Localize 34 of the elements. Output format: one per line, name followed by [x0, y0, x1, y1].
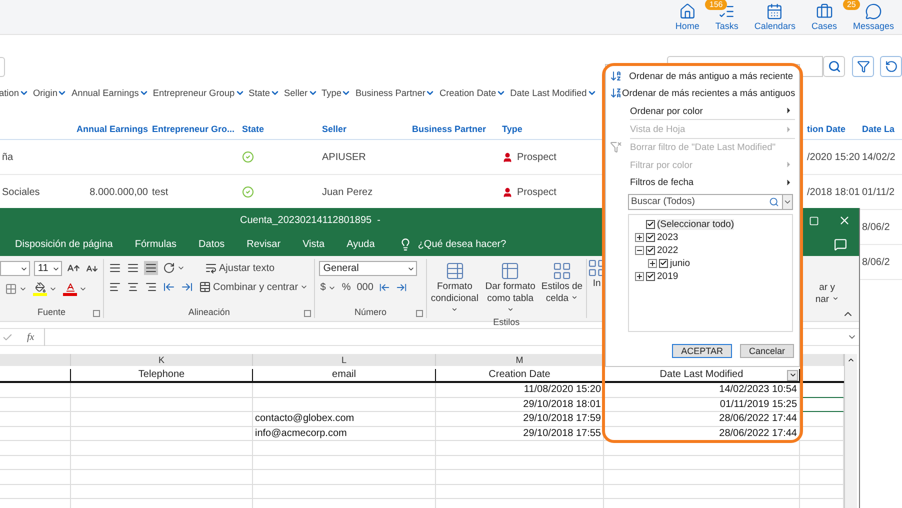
spreadsheet-cell: 29/10/2018 17:55	[436, 426, 604, 441]
table-cell: /2020 15:20	[807, 152, 860, 162]
spreadsheet-cell: contacto@globex.com	[253, 412, 436, 426]
spreadsheet-cell: 28/06/2022 17:44	[604, 426, 800, 441]
spreadsheet-cell: 11/08/2020 15:20	[436, 383, 604, 398]
table-cell: /2018 18:01	[807, 186, 860, 198]
table-cell: test	[152, 186, 168, 198]
table-cell: 8.000.000,00	[90, 186, 148, 198]
header-cell: Telephone	[71, 368, 253, 383]
table-cell: 8/06/2	[862, 222, 890, 232]
type-text: Prospect	[517, 152, 556, 162]
table-cell: 01/11/2	[862, 186, 895, 198]
count-badge: 156	[705, 0, 727, 10]
table-cell: Juan Perez	[322, 186, 373, 198]
table-cell: 14/02/2	[862, 152, 896, 162]
group-label: Fuente	[37, 307, 66, 318]
group-label: Número	[354, 307, 387, 318]
type-text: Prospect	[517, 186, 556, 198]
spreadsheet-cell: info@acmecorp.com	[253, 426, 436, 441]
table-cell: 8/06/2	[862, 256, 890, 268]
header-cell: Creation Date	[436, 368, 604, 383]
spreadsheet-cell: 28/06/2022 17:44	[604, 412, 800, 426]
table-cell: APIUSER	[322, 152, 366, 162]
table-cell: ña	[2, 152, 14, 162]
header-cell: email	[253, 368, 436, 383]
group-label: Alineación	[188, 307, 230, 318]
spreadsheet-cell: 01/11/2019 15:25	[604, 398, 800, 412]
count-badge: 25	[842, 0, 860, 10]
spreadsheet-cell: 14/02/2023 10:54	[604, 383, 800, 398]
spreadsheet-cell: 29/10/2018 18:01	[436, 398, 604, 412]
spreadsheet-cell: 29/10/2018 17:59	[436, 412, 604, 426]
window-title: Cuenta_20230214112801895 -	[240, 215, 380, 226]
group-label: Estilos	[493, 317, 520, 327]
table-cell: Sociales	[2, 186, 40, 198]
